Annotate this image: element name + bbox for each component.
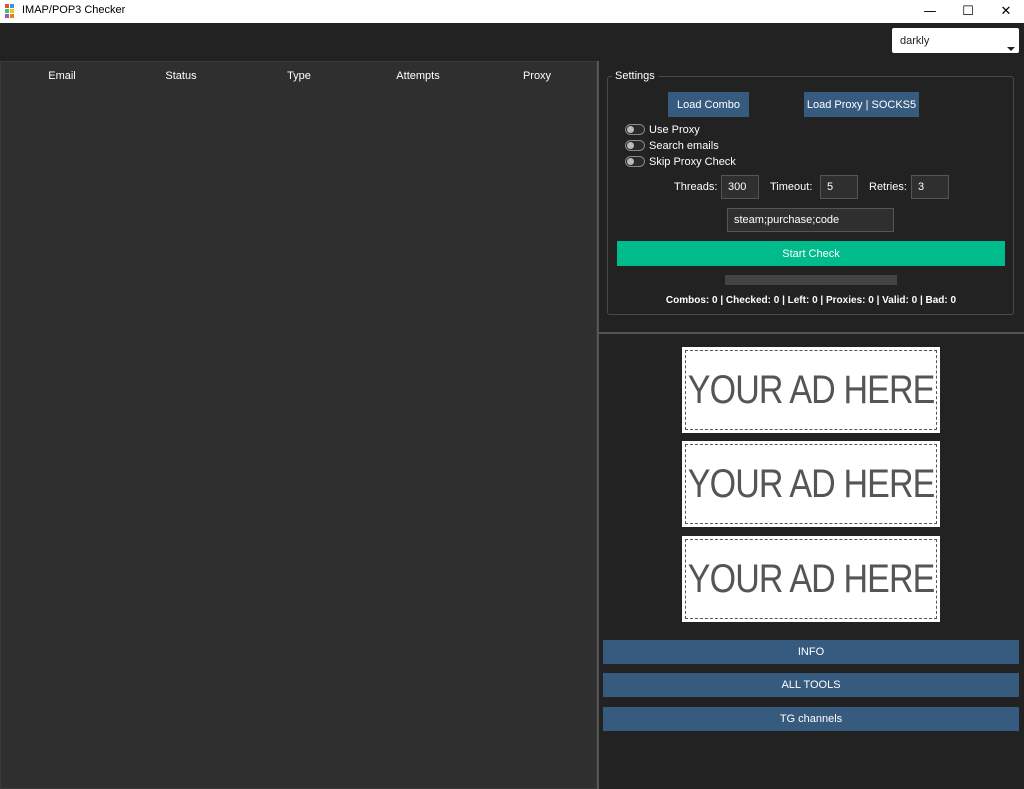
theme-selected-value: darkly [900, 35, 930, 47]
search-emails-toggle[interactable] [625, 140, 645, 151]
retries-label: Retries: [869, 181, 907, 193]
section-divider [599, 332, 1024, 334]
ad-banner-3[interactable]: YOUR AD HERE [682, 536, 940, 622]
stats-summary: Combos: 0 | Checked: 0 | Left: 0 | Proxi… [665, 295, 957, 306]
threads-input[interactable]: 300 [721, 175, 759, 199]
skip-proxy-check-toggle[interactable] [625, 156, 645, 167]
minimize-button[interactable]: — [911, 0, 949, 23]
ad-border: YOUR AD HERE [685, 350, 937, 430]
threads-label: Threads: [674, 181, 718, 193]
title-bar: IMAP/POP3 Checker — ☐ ✕ [0, 0, 1024, 23]
search-emails-label: Search emails [649, 140, 719, 152]
retries-input[interactable]: 3 [911, 175, 949, 199]
maximize-button[interactable]: ☐ [949, 0, 987, 23]
ad-banner-2[interactable]: YOUR AD HERE [682, 441, 940, 527]
use-proxy-label: Use Proxy [649, 124, 700, 136]
load-proxy-button[interactable]: Load Proxy | SOCKS5 [804, 92, 919, 117]
settings-legend: Settings [612, 70, 658, 82]
column-header-type[interactable]: Type [240, 70, 358, 82]
progress-bar [725, 275, 897, 285]
ad-text-2: YOUR AD HERE [687, 461, 936, 506]
results-table[interactable]: Email Status Type Attempts Proxy [0, 61, 597, 789]
ad-text-3: YOUR AD HERE [687, 556, 936, 601]
ad-border: YOUR AD HERE [685, 444, 937, 524]
app-icon [5, 4, 19, 18]
use-proxy-toggle[interactable] [625, 124, 645, 135]
close-button[interactable]: ✕ [987, 0, 1024, 23]
search-keywords-input[interactable]: steam;purchase;code [727, 208, 894, 232]
start-check-button[interactable]: Start Check [617, 241, 1005, 266]
chevron-down-icon [1007, 47, 1015, 51]
skip-proxy-check-label: Skip Proxy Check [649, 156, 736, 168]
tg-channels-button[interactable]: TG channels [603, 707, 1019, 731]
all-tools-button[interactable]: ALL TOOLS [603, 673, 1019, 697]
info-button[interactable]: INFO [603, 640, 1019, 664]
timeout-label: Timeout: [770, 181, 813, 193]
ad-text-1: YOUR AD HERE [687, 367, 936, 412]
load-combo-button[interactable]: Load Combo [668, 92, 749, 117]
column-header-attempts[interactable]: Attempts [359, 70, 477, 82]
ad-banner-1[interactable]: YOUR AD HERE [682, 347, 940, 433]
table-header: Email Status Type Attempts Proxy [1, 62, 598, 90]
column-header-proxy[interactable]: Proxy [478, 70, 596, 82]
pane-divider[interactable] [597, 61, 599, 789]
timeout-input[interactable]: 5 [820, 175, 858, 199]
theme-dropdown[interactable]: darkly [892, 28, 1019, 53]
column-header-status[interactable]: Status [122, 70, 240, 82]
ad-border: YOUR AD HERE [685, 539, 937, 619]
window-title: IMAP/POP3 Checker [22, 4, 126, 16]
column-header-email[interactable]: Email [3, 70, 121, 82]
